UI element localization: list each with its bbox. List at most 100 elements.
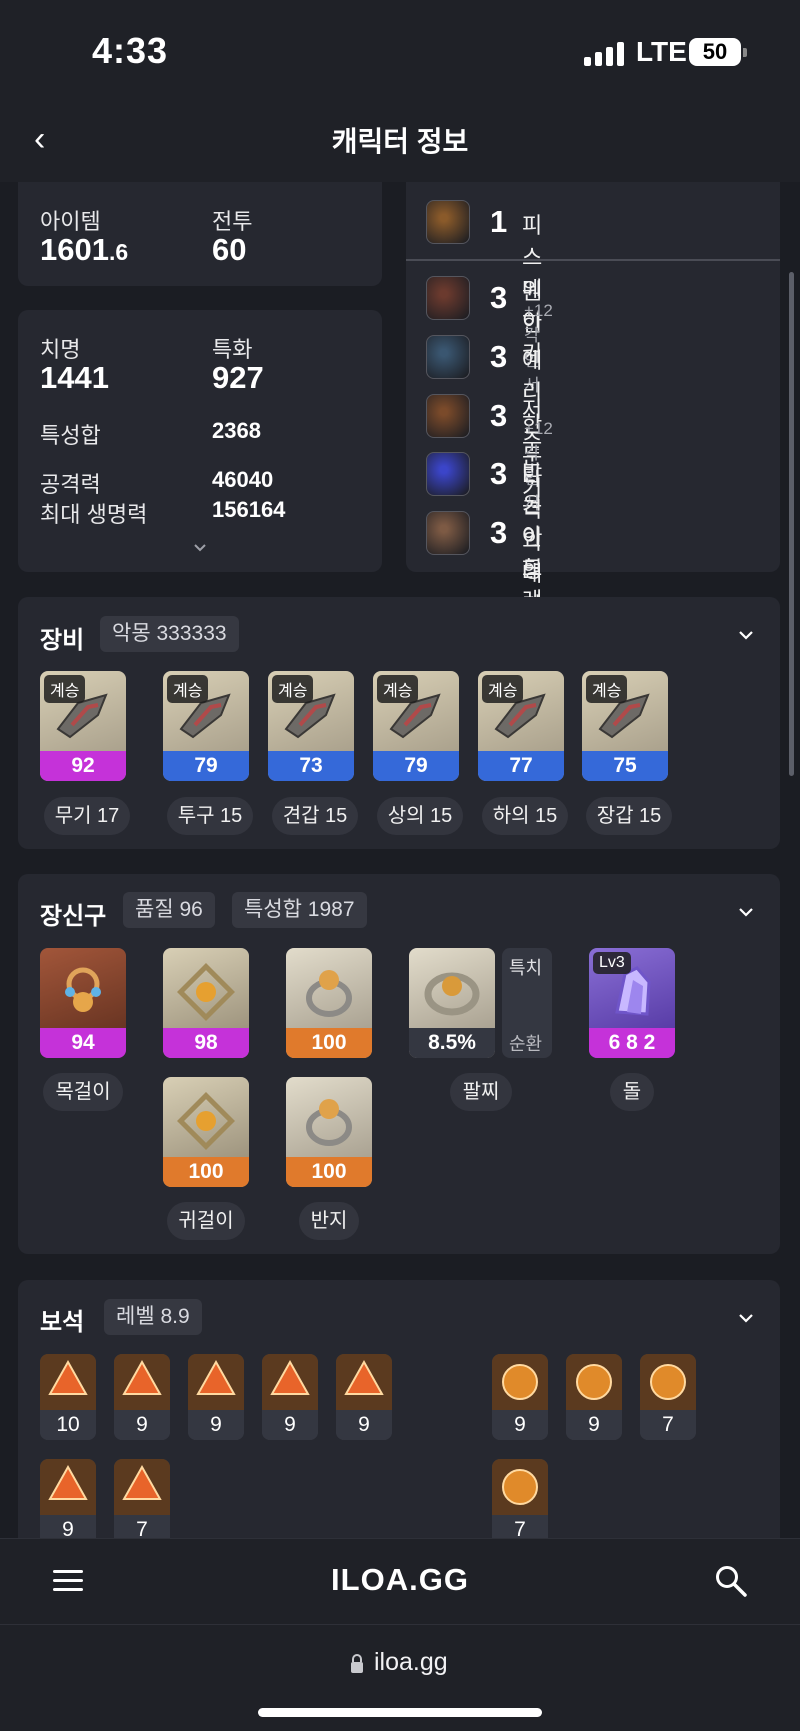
equipment-label: 투구 15 (167, 797, 253, 835)
ring-1-quality: 100 (286, 1028, 372, 1058)
item-level-value: 1601.6 (40, 232, 129, 267)
spec-value: 927 (212, 360, 264, 395)
engraving-level: 3 (490, 398, 508, 433)
equipment-quality: 79 (163, 751, 249, 781)
bracelet-icon (424, 972, 480, 1016)
accessories-collapse-chevron-icon[interactable] (734, 900, 758, 924)
bracelet-slot[interactable]: 8.5% (409, 948, 495, 1058)
search-icon[interactable] (714, 1564, 748, 1598)
earring-slot-1[interactable]: 98 (163, 948, 249, 1058)
network-label: LTE (636, 36, 687, 67)
cursed-doll-icon (426, 394, 470, 438)
damage-gem[interactable]: 10 (40, 1354, 96, 1440)
ring-slot-1[interactable]: 100 (286, 948, 372, 1058)
ability-stone-level: Lv3 (593, 952, 631, 974)
necklace-icon (65, 967, 101, 1012)
bracelet-effect-bottom: 순환 (509, 1034, 543, 1054)
ring-label: 반지 (299, 1202, 359, 1240)
damage-gem[interactable]: 9 (188, 1354, 244, 1440)
stat-sum-value: 2368 (212, 418, 261, 443)
succession-tag: 계승 (377, 675, 419, 703)
url-text[interactable]: iloa.gg (374, 1648, 448, 1677)
cooldown-gem[interactable]: 7 (492, 1459, 548, 1545)
cooldown-gem-icon (640, 1354, 696, 1410)
cooldown-gem[interactable]: 9 (492, 1354, 548, 1440)
lock-icon (350, 1654, 364, 1674)
gem-level: 9 (262, 1410, 318, 1440)
battery-tip (743, 48, 747, 57)
succession-tag: 계승 (272, 675, 314, 703)
expand-stats-chevron-icon[interactable] (190, 538, 210, 558)
adrenaline-icon (426, 511, 470, 555)
equipment-slot[interactable]: 계승 75 (582, 671, 668, 781)
earring-slot-2[interactable]: 100 (163, 1077, 249, 1187)
equipment-label: 상의 15 (377, 797, 463, 835)
ring-icon (306, 1099, 352, 1146)
equipment-quality: 75 (582, 751, 668, 781)
equipment-label: 견갑 15 (272, 797, 358, 835)
ring-2-quality: 100 (286, 1157, 372, 1187)
battery-icon: 50 (689, 38, 741, 66)
equipment-label: 장갑 15 (586, 797, 672, 835)
ring-slot-2[interactable]: 100 (286, 1077, 372, 1187)
gem-level: 9 (114, 1410, 170, 1440)
equipment-quality: 79 (373, 751, 459, 781)
necklace-slot[interactable]: 94 (40, 948, 126, 1058)
equipment-collapse-chevron-icon[interactable] (734, 623, 758, 647)
cooldown-gem[interactable]: 9 (566, 1354, 622, 1440)
attack-label: 공격력 (40, 472, 101, 497)
ring-icon (306, 970, 352, 1017)
stat-sum-label: 특성합 (40, 423, 101, 448)
equipment-title: 장비 (40, 627, 85, 654)
equipment-slot[interactable]: 계승 73 (268, 671, 354, 781)
earring-icon (177, 1092, 235, 1150)
necklace-quality: 94 (40, 1028, 126, 1058)
cooldown-gem-icon (492, 1459, 548, 1515)
succession-tag: 계승 (167, 675, 209, 703)
succession-tag: 계승 (586, 675, 628, 703)
equipment-quality: 77 (478, 751, 564, 781)
peacemaker-icon (426, 200, 470, 244)
combat-level-value: 60 (212, 232, 247, 267)
bracelet-effect-top: 특치 (509, 958, 543, 978)
equipment-quality: 73 (268, 751, 354, 781)
cooldown-gem[interactable]: 7 (640, 1354, 696, 1440)
engraving-level: 3 (490, 280, 508, 315)
damage-gem[interactable]: 7 (114, 1459, 170, 1545)
gem-level: 9 (492, 1410, 548, 1440)
scrollbar[interactable] (789, 272, 794, 776)
equipment-slot[interactable]: 계승 79 (373, 671, 459, 781)
gem-level: 10 (40, 1410, 96, 1440)
engraving-level: 1 (490, 204, 508, 239)
ability-stone-slot[interactable]: Lv3 6 8 2 (589, 948, 675, 1058)
damage-gem-icon (114, 1459, 170, 1515)
gem-level: 9 (336, 1410, 392, 1440)
cooldown-gem-icon (566, 1354, 622, 1410)
earring-1-quality: 98 (163, 1028, 249, 1058)
cooldown-gem-icon (492, 1354, 548, 1410)
earring-icon (177, 963, 235, 1021)
signal-icon (584, 42, 624, 66)
engraving-level: 3 (490, 339, 508, 374)
equipment-slot[interactable]: 계승 92 (40, 671, 126, 781)
gem-level: 9 (188, 1410, 244, 1440)
accessories-title: 장신구 (40, 903, 107, 930)
site-logo[interactable]: ILOA.GG (0, 1562, 800, 1598)
bracelet-value: 8.5% (409, 1028, 495, 1058)
equipment-set-chip: 악몽 333333 (100, 616, 239, 652)
equipment-slot[interactable]: 계승 77 (478, 671, 564, 781)
equipment-slot[interactable]: 계승 79 (163, 671, 249, 781)
accessories-quality-chip: 품질 96 (123, 892, 215, 928)
damage-gem[interactable]: 9 (336, 1354, 392, 1440)
max-hp-value: 156164 (212, 497, 286, 522)
damage-gem[interactable]: 9 (40, 1459, 96, 1545)
damage-gem[interactable]: 9 (114, 1354, 170, 1440)
succession-tag: 계승 (482, 675, 524, 703)
equipment-quality: 92 (40, 751, 126, 781)
gems-collapse-chevron-icon[interactable] (734, 1306, 758, 1330)
max-hp-label: 최대 생명력 (40, 502, 148, 527)
hit-master-icon (426, 452, 470, 496)
damage-gem[interactable]: 9 (262, 1354, 318, 1440)
gem-level: 7 (640, 1410, 696, 1440)
earring-label: 귀걸이 (167, 1202, 245, 1240)
